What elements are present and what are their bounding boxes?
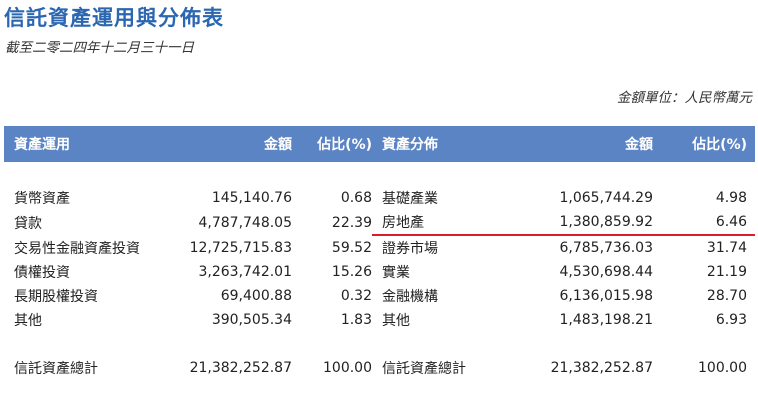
asset-use-percent: 15.26	[331, 264, 372, 280]
asset-use-label: 其他	[14, 313, 42, 329]
asset-use-percent: 0.32	[340, 288, 372, 304]
distribution-percent: 31.74	[706, 240, 747, 256]
distribution-label: 其他	[382, 313, 410, 329]
asset-use-amount: 12,725,715.83	[189, 239, 292, 256]
asset-use-amount: 69,400.88	[220, 288, 292, 304]
total-amount: 21,382,252.87	[189, 360, 292, 376]
asset-use-percent: 1.83	[340, 312, 372, 328]
distribution-percent: 21.19	[706, 264, 747, 280]
total-amount: 21,382,252.87	[550, 360, 653, 376]
header-percent: 佔比(%)	[292, 126, 372, 162]
distribution-label: 證券市場	[382, 241, 438, 257]
asset-use-percent: 59.52	[331, 239, 372, 256]
distribution-amount: 1,483,198.21	[559, 312, 653, 328]
table-row: 貸款 4,787,748.05 22.39 房地產 1,380,859.92 6…	[4, 210, 755, 236]
header-asset-distribution: 資產分佈	[372, 126, 515, 162]
table-header-row: 資產運用 金額 佔比(%) 資產分佈 金額 佔比(%)	[4, 126, 755, 162]
distribution-label: 房地產	[372, 210, 515, 236]
distribution-amount: 1,065,744.29	[559, 190, 653, 206]
distribution-percent: 28.70	[706, 288, 747, 304]
asset-use-percent: 0.68	[340, 190, 372, 206]
table-row: 長期股權投資 69,400.88 0.32 金融機構 6,136,015.98 …	[4, 284, 755, 308]
table-row: 債權投資 3,263,742.01 15.26 實業 4,530,698.44 …	[4, 260, 755, 284]
distribution-amount: 6,136,015.98	[559, 288, 653, 304]
asset-use-label: 長期股權投資	[14, 289, 98, 305]
asset-use-percent: 22.39	[331, 214, 372, 231]
distribution-amount: 1,380,859.92	[515, 210, 653, 236]
distribution-amount: 6,785,736.03	[559, 240, 653, 256]
asset-use-amount: 4,787,748.05	[198, 214, 292, 231]
asset-use-label: 交易性金融資產投資	[14, 240, 140, 257]
distribution-label: 基礎產業	[382, 191, 438, 207]
distribution-label: 金融機構	[382, 289, 438, 305]
distribution-percent: 6.46	[653, 210, 755, 236]
header-amount: 金額	[515, 126, 653, 162]
total-label: 信託資產總計	[14, 361, 98, 377]
amount-unit: 金額單位：人民幣萬元	[617, 90, 752, 106]
asset-use-amount: 390,505.34	[211, 312, 292, 328]
table-row: 其他 390,505.34 1.83 其他 1,483,198.21 6.93	[4, 308, 755, 332]
distribution-amount: 4,530,698.44	[559, 264, 653, 280]
header-percent: 佔比(%)	[653, 126, 755, 162]
distribution-label: 實業	[382, 265, 410, 281]
total-percent: 100.00	[698, 360, 747, 376]
report-date: 截至二零二四年十二月三十一日	[5, 40, 194, 56]
header-asset-use: 資產運用	[4, 126, 154, 162]
asset-use-label: 貸款	[14, 215, 42, 232]
distribution-percent: 4.98	[715, 190, 747, 206]
asset-use-label: 貨幣資產	[14, 191, 70, 207]
total-row: 信託資產總計 21,382,252.87 100.00 信託資產總計 21,38…	[4, 356, 755, 380]
total-label: 信託資產總計	[382, 361, 466, 377]
asset-use-amount: 3,263,742.01	[198, 264, 292, 280]
distribution-percent: 6.93	[715, 312, 747, 328]
asset-use-label: 債權投資	[14, 265, 70, 281]
table-row: 交易性金融資產投資 12,725,715.83 59.52 證券市場 6,785…	[4, 235, 755, 260]
asset-use-amount: 145,140.76	[211, 190, 292, 206]
header-amount: 金額	[154, 126, 292, 162]
trust-asset-table: 資產運用 金額 佔比(%) 資產分佈 金額 佔比(%) 貨幣資產 145,140…	[4, 126, 755, 380]
table-row: 貨幣資產 145,140.76 0.68 基礎產業 1,065,744.29 4…	[4, 186, 755, 210]
page-title: 信託資產運用與分佈表	[4, 6, 224, 30]
total-percent: 100.00	[323, 360, 372, 376]
